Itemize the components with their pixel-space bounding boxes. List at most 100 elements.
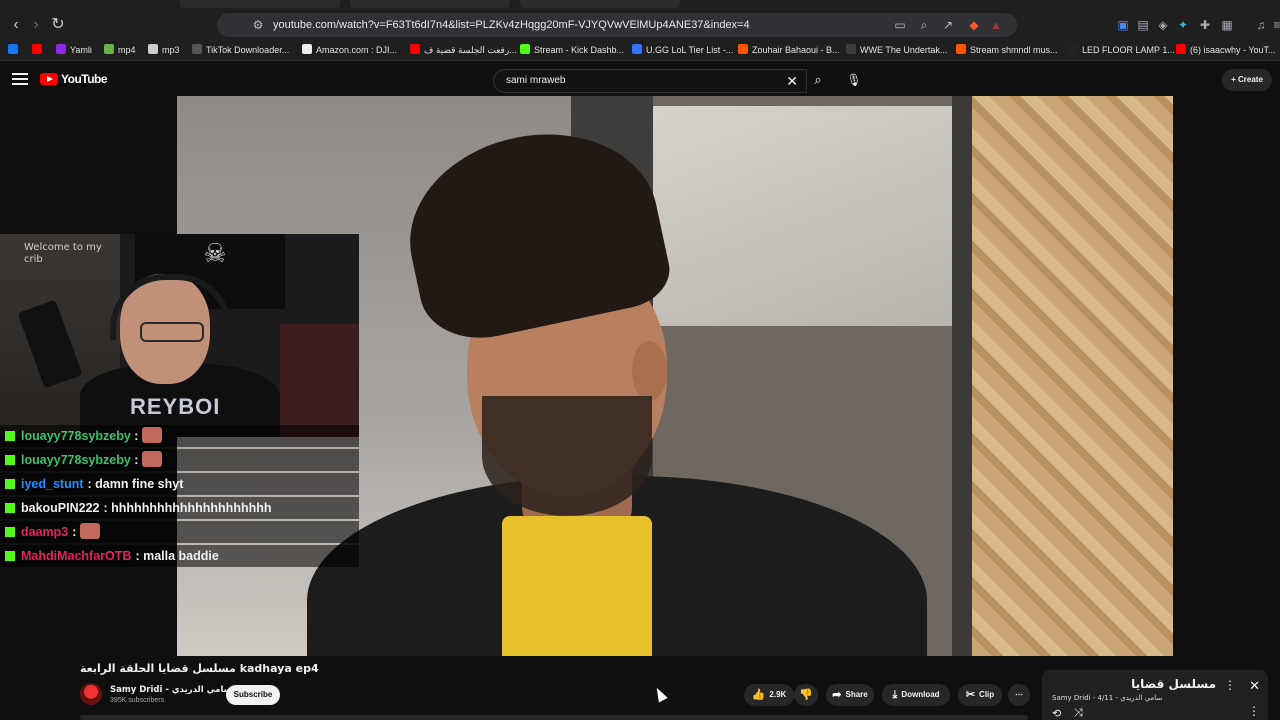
share-label: Share [845, 690, 868, 699]
bookmark-label: mp4 [118, 45, 136, 55]
like-button[interactable]: 👍 2.9K [744, 684, 794, 706]
extension-icon[interactable]: ▣ [1114, 16, 1132, 34]
sidebar-icon[interactable]: ▦ [1218, 16, 1236, 34]
thumbs-down-icon: 👎 [799, 689, 813, 701]
address-url[interactable]: youtube.com/watch?v=F63Tt6dI7n4&list=PLZ… [273, 13, 750, 37]
microphone-icon[interactable]: 🎙 [843, 69, 865, 91]
download-label: Download [901, 690, 940, 699]
brave-rewards-icon[interactable]: ▲ [987, 16, 1005, 34]
search-input[interactable]: sami mraweb [506, 70, 565, 92]
bookmark-item[interactable]: Amazon.com : DJI... [302, 40, 397, 60]
chat-emote-icon [80, 523, 101, 539]
puzzle-icon[interactable]: ✚ [1196, 16, 1214, 34]
more-vertical-icon[interactable]: ⋮ [1248, 704, 1260, 718]
bookmark-label: (6) isaacwhy - YouT... [1190, 45, 1276, 55]
bookmark-item[interactable]: (6) isaacwhy - YouT... [1176, 40, 1276, 60]
chat-text: : damn fine shyt [87, 477, 184, 491]
bookmark-label: WWE The Undertak... [860, 45, 948, 55]
forward-icon[interactable]: › [26, 15, 46, 35]
bookmark-item[interactable]: TikTok Downloader... [192, 40, 289, 60]
loop-icon[interactable]: ⟲ [1052, 707, 1061, 720]
share-icon[interactable]: ↗ [939, 16, 957, 34]
playlist-panel[interactable]: مسلسل قضايا Samy Dridi - سامي الدريدي - … [1042, 670, 1268, 720]
chat-username[interactable]: louayy778sybzeby [21, 453, 131, 467]
zoom-icon[interactable]: ⌕ [915, 16, 933, 34]
chat-separator: : [130, 429, 139, 443]
bookmark-item[interactable]: LED FLOOR LAMP 1... [1068, 40, 1175, 60]
shuffle-icon[interactable]: ⤨ [1074, 707, 1083, 720]
search-icon[interactable]: ⌕ [806, 69, 830, 93]
back-icon[interactable]: ‹ [6, 15, 26, 35]
person-ear [632, 341, 667, 401]
extension-icon[interactable]: ✦ [1174, 16, 1192, 34]
bookmark-item[interactable]: mp3 [148, 40, 180, 60]
channel-name-text[interactable]: Samy Dridi - سامي الدريدي [110, 685, 232, 695]
chat-username[interactable]: bakouPIN222 [21, 501, 100, 515]
chat-username[interactable]: iyed_stunt [21, 477, 84, 491]
browser-tab[interactable] [180, 0, 340, 8]
bookmark-item[interactable]: رفعت الجلسة قضية ف... [410, 40, 517, 60]
bookmark-item[interactable]: Stream shmndl mus... [956, 40, 1058, 60]
extension-icon[interactable]: ▤ [1134, 16, 1152, 34]
clip-button[interactable]: ✂ Clip [958, 684, 1002, 706]
more-vertical-icon[interactable]: ⋮ [1224, 678, 1236, 692]
bookmark-favicon-icon [8, 44, 18, 54]
bookmark-item[interactable] [32, 40, 46, 60]
bookmark-favicon-icon [410, 44, 420, 54]
browser-tab[interactable] [350, 0, 510, 8]
bookmark-item[interactable]: WWE The Undertak... [846, 40, 947, 60]
search-box[interactable]: sami mraweb ✕ [493, 69, 807, 93]
menu-icon[interactable]: ≡ [1268, 16, 1280, 34]
create-button[interactable]: + Create [1222, 69, 1272, 91]
download-button[interactable]: ⤓ Download [882, 684, 950, 706]
bookmark-item[interactable]: U.GG LoL Tier List -... [632, 40, 733, 60]
subscribe-button[interactable]: Subscribe [226, 685, 280, 705]
chat-message: MahdiMachfarOTB: malla baddie [0, 545, 359, 567]
chat-emote-icon [142, 427, 163, 443]
chat-username[interactable]: MahdiMachfarOTB [21, 549, 131, 563]
bookmark-label: mp3 [162, 45, 180, 55]
kick-badge-icon [5, 479, 15, 489]
address-bar[interactable]: ⚙ youtube.com/watch?v=F63Tt6dI7n4&list=P… [217, 13, 1017, 37]
reload-icon[interactable]: ↻ [48, 15, 68, 35]
bookmark-favicon-icon [1176, 44, 1186, 54]
bookmark-item[interactable]: Zouhair Bahaoui - B... [738, 40, 840, 60]
share-button[interactable]: ➦ Share [826, 684, 874, 706]
horizontal-scrollbar[interactable] [80, 715, 1028, 720]
person-beard [482, 396, 652, 516]
webcam-glasses [140, 322, 204, 342]
streamer-webcam: Welcome to my crib ☠ REYBOI [0, 234, 359, 437]
chat-username[interactable]: daamp3 [21, 525, 68, 539]
close-icon[interactable]: ✕ [1249, 678, 1260, 694]
cast-icon[interactable]: ▭ [891, 16, 909, 34]
youtube-logo-text: YouTube [61, 72, 108, 86]
scissors-icon: ✂ [965, 689, 976, 701]
site-info-icon[interactable]: ⚙ [249, 16, 267, 34]
more-actions-button[interactable]: ⋯ [1008, 684, 1030, 706]
clear-search-icon[interactable]: ✕ [786, 70, 798, 92]
bookmark-item[interactable]: Stream - Kick Dashb... [520, 40, 624, 60]
create-label: Create [1238, 75, 1263, 84]
hamburger-menu-icon[interactable] [12, 70, 28, 88]
extension-icon[interactable]: ◈ [1154, 16, 1172, 34]
chat-message: louayy778sybzeby : [0, 449, 359, 471]
chat-text: : hhhhhhhhhhhhhhhhhhhhh [103, 501, 272, 515]
browser-tab[interactable] [520, 0, 680, 8]
bookmark-item[interactable]: Yamli [56, 40, 92, 60]
brave-shield-icon[interactable]: ◆ [965, 16, 983, 34]
channel-name[interactable]: Samy Dridi - سامي الدريدي ● [110, 685, 242, 695]
bookmark-item[interactable] [8, 40, 22, 60]
bookmark-favicon-icon [192, 44, 202, 54]
bookmark-item[interactable]: mp4 [104, 40, 136, 60]
chat-username[interactable]: louayy778sybzeby [21, 429, 131, 443]
kick-badge-icon [5, 551, 15, 561]
bookmark-favicon-icon [148, 44, 158, 54]
chat-message: iyed_stunt: damn fine shyt [0, 473, 359, 495]
bookmark-label: Amazon.com : DJI... [316, 45, 398, 55]
chat-separator: : [130, 453, 139, 467]
playlist-title[interactable]: مسلسل قضايا [1131, 677, 1216, 691]
bookmark-label: TikTok Downloader... [206, 45, 290, 55]
share-arrow-icon: ➦ [832, 689, 842, 701]
channel-avatar[interactable] [80, 683, 102, 705]
dislike-button[interactable]: 👎 [794, 684, 818, 706]
